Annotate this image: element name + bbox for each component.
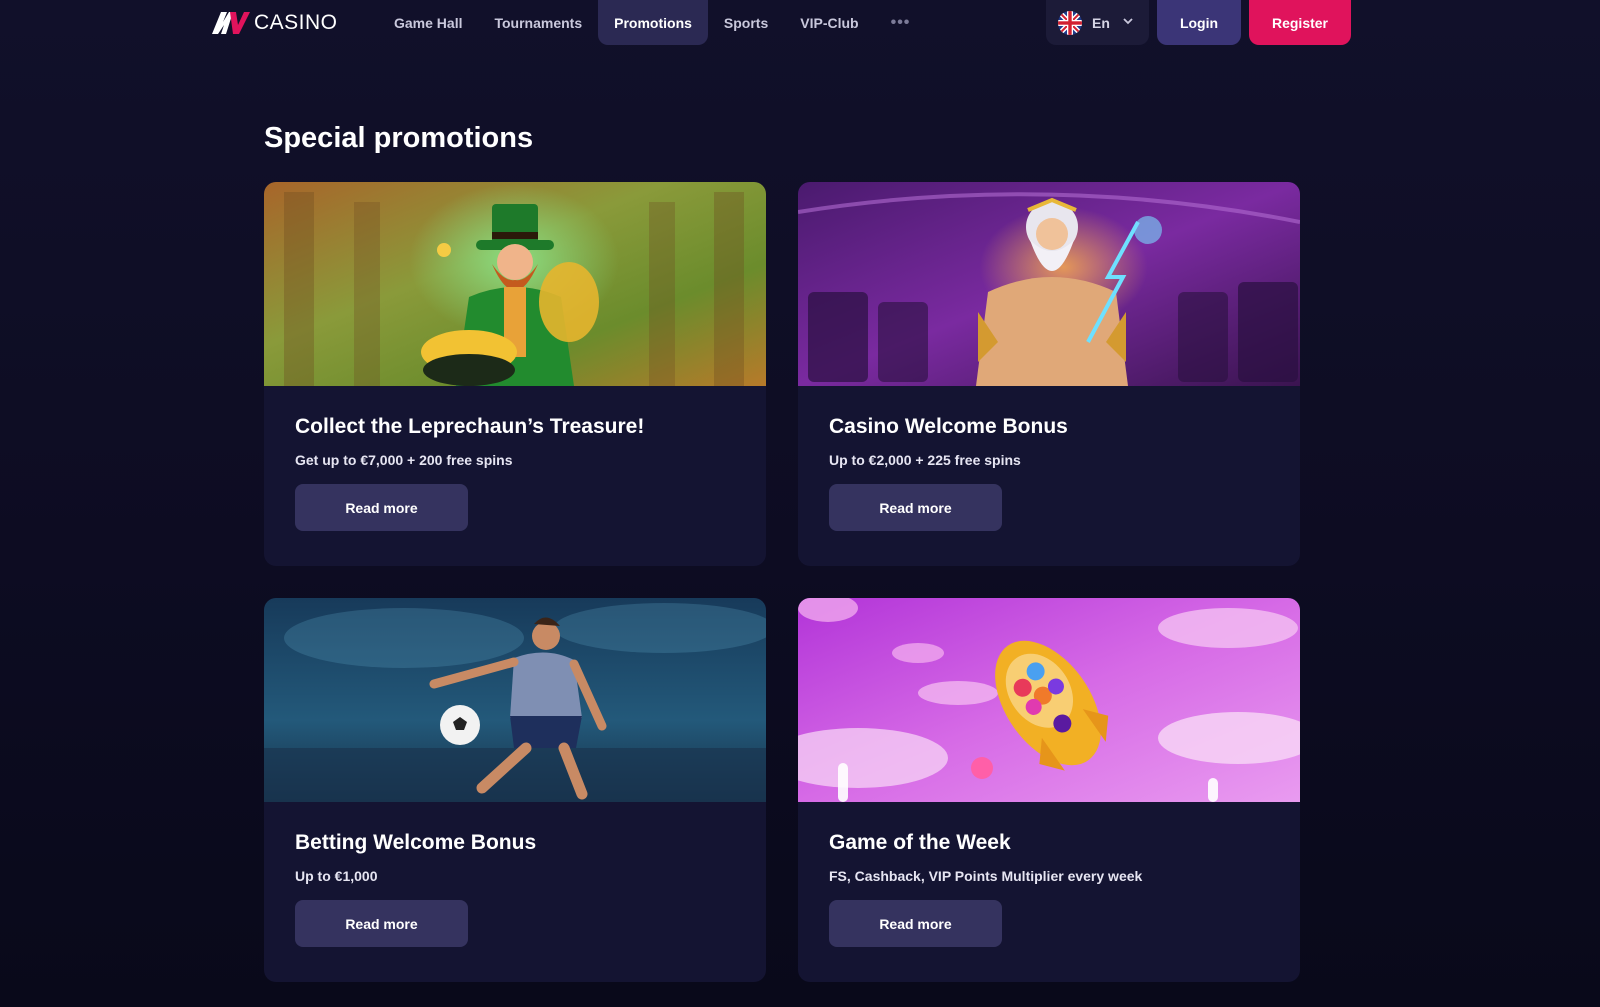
language-label: En — [1092, 14, 1110, 31]
promo-subtitle: FS, Cashback, VIP Points Multiplier ever… — [829, 868, 1143, 884]
promo-card: Collect the Leprechaun’s Treasure! Get u… — [264, 182, 766, 566]
read-more-button[interactable]: Read more — [829, 900, 1002, 947]
nav-item-game-hall[interactable]: Game Hall — [378, 0, 478, 45]
nav-item-sports[interactable]: Sports — [708, 0, 784, 45]
register-button[interactable]: Register — [1249, 0, 1351, 45]
logo-mark-icon — [212, 12, 250, 34]
leprechaun-image[interactable] — [264, 182, 766, 386]
promo-card: Casino Welcome Bonus Up to €2,000 + 225 … — [798, 182, 1300, 566]
promo-card: Betting Welcome Bonus Up to €1,000 Read … — [264, 598, 766, 982]
candy-rocket-image[interactable] — [798, 598, 1300, 802]
promo-subtitle: Up to €2,000 + 225 free spins — [829, 452, 1021, 468]
site-logo[interactable]: CASINO — [212, 8, 338, 38]
nav-item-promotions[interactable]: Promotions — [598, 0, 708, 45]
promo-card: Game of the Week FS, Cashback, VIP Point… — [798, 598, 1300, 982]
nav-item-vip-club[interactable]: VIP-Club — [784, 0, 874, 45]
chevron-down-icon — [1123, 18, 1133, 25]
promo-subtitle: Up to €1,000 — [295, 868, 378, 884]
read-more-button[interactable]: Read more — [829, 484, 1002, 531]
promo-title: Collect the Leprechaun’s Treasure! — [295, 415, 645, 438]
logo-text: CASINO — [254, 11, 338, 34]
uk-flag-icon — [1058, 10, 1082, 35]
main-nav: Game Hall Tournaments Promotions Sports … — [378, 0, 926, 45]
top-header: CASINO Game Hall Tournaments Promotions … — [0, 0, 1600, 46]
promo-subtitle: Get up to €7,000 + 200 free spins — [295, 452, 513, 468]
page-title: Special promotions — [264, 122, 534, 154]
login-button[interactable]: Login — [1157, 0, 1241, 45]
zeus-image[interactable] — [798, 182, 1300, 386]
promo-title: Betting Welcome Bonus — [295, 831, 537, 854]
promo-title: Casino Welcome Bonus — [829, 415, 1068, 438]
more-menu-icon[interactable]: ••• — [875, 0, 927, 45]
read-more-button[interactable]: Read more — [295, 900, 468, 947]
football-player-image[interactable] — [264, 598, 766, 802]
language-selector[interactable]: En — [1046, 0, 1149, 45]
promo-title: Game of the Week — [829, 831, 1011, 854]
nav-item-tournaments[interactable]: Tournaments — [478, 0, 598, 45]
read-more-button[interactable]: Read more — [295, 484, 468, 531]
